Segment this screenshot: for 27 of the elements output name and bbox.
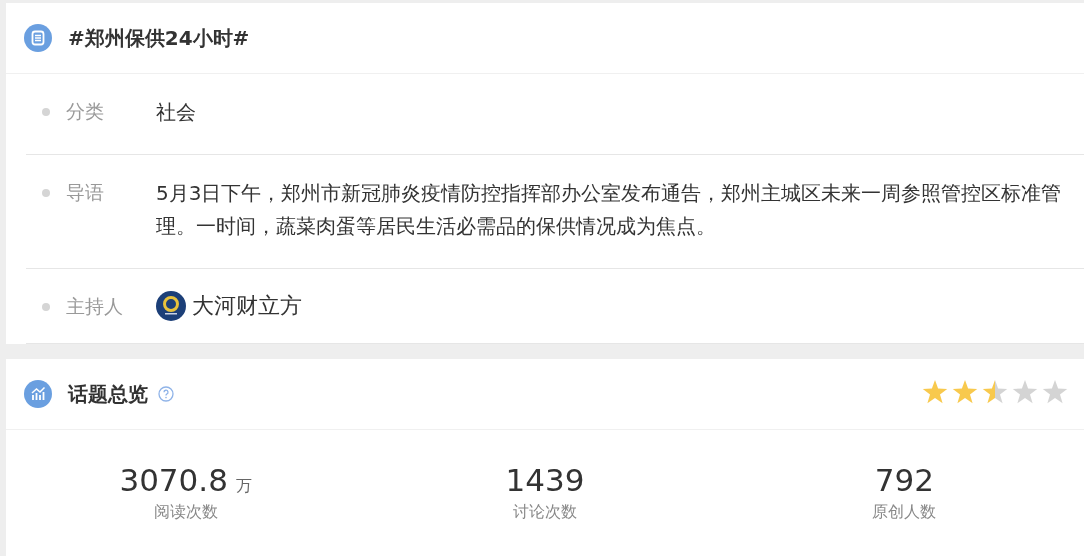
star-icon [982,380,1008,405]
help-icon[interactable] [158,386,174,402]
bullet-dot [42,303,50,311]
star-icon [952,380,978,405]
stat-unit: 万 [235,476,252,497]
overview-title: 话题总览 [68,380,148,408]
field-label: 导语 [66,180,105,205]
host-avatar-icon [156,291,186,321]
stat-label: 原创人数 [872,502,937,523]
stat-label: 讨论次数 [513,502,577,523]
bullet-dot [42,108,50,116]
field-label: 主持人 [66,294,124,319]
bullet-dot [42,189,50,197]
star-icon [1012,380,1038,405]
star-icon [1042,380,1068,405]
star-icon [922,380,948,405]
stat-value: 792 [874,462,934,498]
field-value: 5月3日下午，郑州市新冠肺炎疫情防控指挥部办公室发布通告，郑州主城区未来一周参照管控区标准管理。一时间，蔬菜肉蛋等居民生活必需品的保供情况成为焦点。 [156,180,1063,240]
topic-title: #郑州保供24小时# [68,24,250,52]
host-name: 大河财立方 [192,292,302,320]
stat-value: 1439 [505,462,585,498]
chart-icon [24,380,52,408]
stat-label: 阅读次数 [153,502,218,523]
field-label: 分类 [66,99,105,124]
list-icon [24,24,52,52]
stat-value: 3070.8 [119,462,228,498]
field-value: 社会 [156,99,196,126]
